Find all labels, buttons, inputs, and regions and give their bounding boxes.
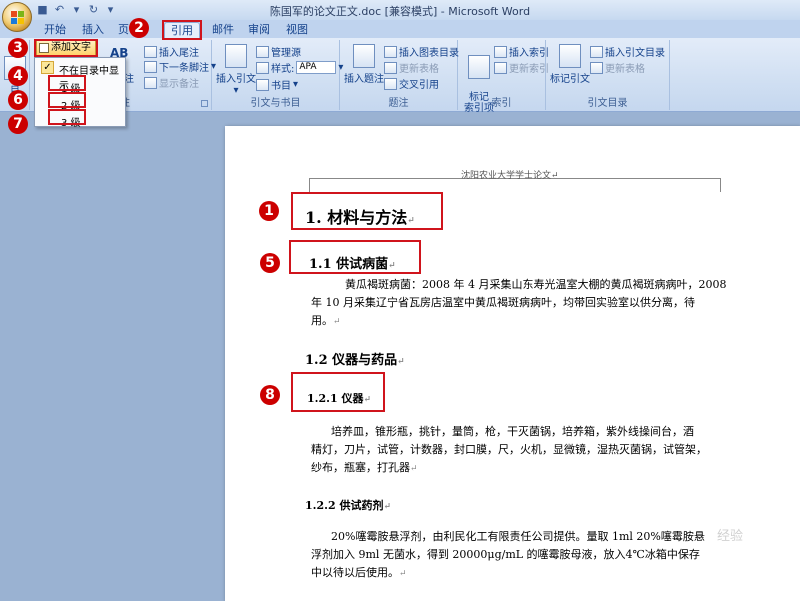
paragraph-3-line-2: 浮剂加入 9ml 无菌水，得到 20000μg/mL 的噻霉胺母液，放入4℃冰箱… (311, 548, 700, 561)
step-badge-4: 4 (8, 66, 28, 86)
cross-reference-button[interactable]: 交叉引用 (384, 76, 439, 91)
update-table-icon (384, 61, 397, 74)
insert-caption-button[interactable]: 插入题注 (344, 44, 384, 85)
index-group-label: 索引 (491, 98, 512, 109)
insert-citation-button[interactable]: 插入引文 ▾ (216, 44, 256, 96)
paragraph-3-line-1: 20%噻霉胺悬浮剂，由利民化工有限责任公司提供。量取 1ml 20%噻霉胺悬 (331, 530, 705, 543)
step-badge-1: 1 (259, 201, 279, 221)
heading-1-2[interactable]: 1.2 仪器与药品↵ (305, 349, 405, 368)
margin-corner-top-right (705, 178, 721, 192)
update-figures-table-button[interactable]: 更新表格 (384, 60, 439, 75)
insert-toa-button[interactable]: 插入引文目录 (590, 44, 665, 59)
footnote-dialog-launcher-icon[interactable] (201, 100, 208, 107)
highlight-references-tab (162, 20, 202, 40)
insert-endnote-button[interactable]: 插入尾注 (144, 44, 199, 59)
bibliography-icon (256, 78, 269, 91)
bibliography-button[interactable]: 书目 ▾ (256, 77, 298, 92)
paragraph-2-line-2: 精灯，刀片，试管，计数器，封口膜，尺，火机，显微镜，湿热灭菌锅，试管架， (311, 443, 707, 456)
next-footnote-icon (144, 60, 157, 73)
update-toa-icon (590, 61, 603, 74)
tab-view[interactable]: 视图 (280, 22, 314, 38)
paragraph-2-line-1: 培养皿，锥形瓶，挑针，量筒，枪，干灭菌锅，培养箱，紫外线操间台，酒 (331, 425, 694, 438)
toa-group: 标记引文 插入引文目录 更新表格 引文目录 (546, 40, 670, 110)
watermark: 经验 (716, 529, 743, 544)
heading-1-2-2[interactable]: 1.2.2 供试药剂↵ (305, 497, 391, 513)
highlight-level-2 (48, 92, 86, 108)
highlight-heading-1-1 (289, 240, 421, 274)
office-button[interactable] (2, 2, 32, 32)
step-badge-3: 3 (8, 38, 28, 58)
index-group: 标记 索引项 插入索引 更新索引 索引 (458, 40, 549, 114)
office-logo-icon (11, 11, 25, 25)
insert-index-icon (494, 45, 507, 58)
update-index-icon (494, 61, 507, 74)
window-title: 陈国军的论文正文.doc [兼容模式] - Microsoft Word (269, 5, 531, 18)
paragraph-1-line-2: 年 10 月采集辽宁省瓦房店温室中黄瓜褐斑病病叶，均带回实验室以供分离，待 (311, 296, 695, 309)
table-of-figures-icon (384, 45, 397, 58)
mark-citation-button[interactable]: 标记引文 (550, 44, 590, 85)
step-badge-8: 8 (260, 385, 280, 405)
ribbon-tabs: 开始 插入 页 引用 邮件 审阅 视图 (0, 20, 800, 38)
cross-reference-icon (384, 77, 397, 90)
citations-group: 插入引文 ▾ 管理源 样式: APA ▾ 书目 ▾ 引文与书目 (212, 40, 343, 110)
step-badge-7: 7 (8, 114, 28, 134)
endnote-icon (144, 45, 157, 58)
tab-review[interactable]: 审阅 (242, 22, 276, 38)
tab-mailings[interactable]: 邮件 (206, 22, 240, 38)
paragraph-1-line-3: 用。↵ (311, 314, 341, 327)
insert-toa-icon (590, 45, 603, 58)
margin-corner-top-left (309, 178, 325, 192)
paragraph-1-line-1: 黄瓜褐斑病菌：2008 年 4 月采集山东寿光温室大棚的黄瓜褐斑病病叶，2008 (345, 278, 727, 291)
update-index-button[interactable]: 更新索引 (494, 60, 549, 75)
toa-group-label: 引文目录 (587, 98, 628, 109)
step-badge-2: 2 (129, 18, 149, 38)
highlight-heading-1 (291, 192, 443, 230)
insert-table-of-figures-button[interactable]: 插入图表目录 (384, 44, 459, 59)
page-header: 沈阳农业大学学士论文↵ (461, 171, 559, 181)
citations-group-label: 引文与书目 (250, 98, 301, 109)
mark-entry-icon (468, 55, 490, 79)
insert-citation-icon (225, 44, 247, 68)
paragraph-2-line-3: 纱布，瓶塞，打孔器↵ (311, 461, 418, 474)
checkmark-icon: ✓ (41, 61, 54, 74)
captions-group-label: 题注 (388, 98, 409, 109)
manage-sources-button[interactable]: 管理源 (256, 44, 301, 59)
style-select[interactable]: 样式: APA ▾ (256, 60, 343, 75)
paragraph-3-line-3: 中以待以后使用。↵ (311, 566, 407, 579)
captions-group: 插入题注 插入图表目录 更新表格 交叉引用 题注 (340, 40, 459, 110)
style-icon (256, 61, 269, 74)
title-bar: ■ ↶ ▾ ↻ ▾ 陈国军的论文正文.doc [兼容模式] - Microsof… (0, 0, 800, 20)
show-notes-button[interactable]: 显示备注 (144, 75, 199, 90)
mark-citation-icon (559, 44, 581, 68)
highlight-level-3 (48, 109, 86, 125)
step-badge-6: 6 (8, 90, 28, 110)
highlight-level-1 (48, 75, 86, 91)
manage-sources-icon (256, 45, 269, 58)
tab-home[interactable]: 开始 (38, 22, 72, 38)
step-badge-5: 5 (260, 253, 280, 273)
tab-insert[interactable]: 插入 (76, 22, 110, 38)
update-toa-button[interactable]: 更新表格 (590, 60, 645, 75)
show-notes-icon (144, 76, 157, 89)
insert-caption-icon (353, 44, 375, 68)
insert-index-button[interactable]: 插入索引 (494, 44, 549, 59)
highlight-heading-1-2-1 (291, 372, 385, 412)
highlight-add-text (34, 39, 98, 57)
next-footnote-button[interactable]: 下一条脚注 ▾ (144, 59, 216, 74)
